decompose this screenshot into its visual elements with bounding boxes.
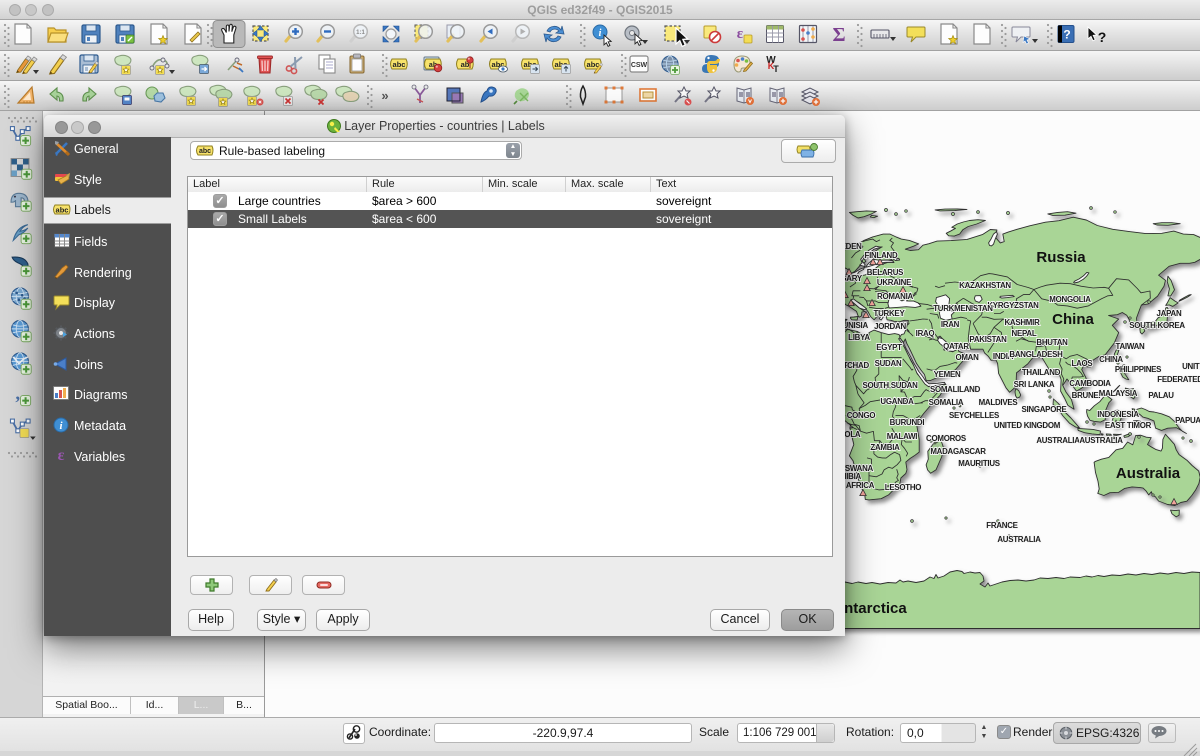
svg-text:MADAGASCAR: MADAGASCAR bbox=[930, 447, 986, 456]
svg-text:SOUTH SUDAN: SOUTH SUDAN bbox=[862, 381, 918, 390]
svg-text:ZAMBIA: ZAMBIA bbox=[870, 443, 900, 452]
svg-text:PAKISTAN: PAKISTAN bbox=[969, 335, 1007, 344]
svg-text:CHINA: CHINA bbox=[1099, 355, 1123, 364]
svg-text:FINLAND: FINLAND bbox=[865, 251, 898, 260]
svg-text:UGANDA: UGANDA bbox=[880, 397, 914, 406]
svg-text:MALDIVES: MALDIVES bbox=[979, 398, 1018, 407]
svg-text:SOUTH KOREA: SOUTH KOREA bbox=[1129, 321, 1185, 330]
svg-text:abc: abc bbox=[393, 60, 406, 69]
svg-text:?: ? bbox=[1063, 28, 1070, 42]
svg-text:SUDAN: SUDAN bbox=[875, 359, 902, 368]
svg-text:KAZAKHSTAN: KAZAKHSTAN bbox=[959, 281, 1011, 290]
svg-text:SOMALILAND: SOMALILAND bbox=[930, 385, 981, 394]
svg-text:TAIWAN: TAIWAN bbox=[1115, 342, 1145, 351]
svg-text:LESOTHO: LESOTHO bbox=[885, 483, 922, 492]
svg-text:BELARUS: BELARUS bbox=[867, 268, 903, 277]
svg-text:SEYCHELLES: SEYCHELLES bbox=[949, 411, 999, 420]
svg-text:YEMEN: YEMEN bbox=[934, 370, 961, 379]
svg-text:FRANCE: FRANCE bbox=[986, 521, 1017, 530]
svg-text:»: » bbox=[381, 88, 388, 103]
svg-text:China: China bbox=[1052, 311, 1094, 328]
svg-text:BHUTAN: BHUTAN bbox=[1036, 338, 1068, 347]
svg-text:MALAYSIA: MALAYSIA bbox=[1099, 389, 1138, 398]
svg-text:MAURITIUS: MAURITIUS bbox=[958, 459, 1000, 468]
svg-text:MALAWI: MALAWI bbox=[887, 432, 918, 441]
svg-text:1:1: 1:1 bbox=[356, 30, 365, 36]
svg-text:INDONESIA: INDONESIA bbox=[1097, 410, 1139, 419]
svg-text:KYRGYZSTAN: KYRGYZSTAN bbox=[987, 301, 1039, 310]
svg-text:EGYPT: EGYPT bbox=[876, 343, 902, 352]
svg-text:IRAQ: IRAQ bbox=[916, 329, 935, 338]
svg-text:,: , bbox=[15, 383, 20, 404]
svg-text:JAPAN: JAPAN bbox=[1157, 309, 1182, 318]
svg-text:QATAR: QATAR bbox=[943, 342, 969, 351]
svg-text:BURUNDI: BURUNDI bbox=[890, 418, 925, 427]
svg-text:MONGOLIA: MONGOLIA bbox=[1049, 295, 1091, 304]
svg-text:abc: abc bbox=[199, 148, 211, 155]
svg-text:SRI LANKA: SRI LANKA bbox=[1014, 380, 1055, 389]
svg-text:BRUNEI: BRUNEI bbox=[1072, 391, 1101, 400]
svg-text:ROMANIA: ROMANIA bbox=[877, 292, 913, 301]
svg-text:UNITED KINGDOM: UNITED KINGDOM bbox=[994, 421, 1061, 430]
svg-text:EAST TIMOR: EAST TIMOR bbox=[1105, 421, 1152, 430]
svg-text:NEPAL: NEPAL bbox=[1012, 329, 1037, 338]
svg-text:ε: ε bbox=[737, 26, 744, 42]
svg-text:TURKEY: TURKEY bbox=[874, 309, 906, 318]
svg-text:JORDAN: JORDAN bbox=[874, 322, 906, 331]
svg-text:OMAN: OMAN bbox=[955, 353, 979, 362]
svg-text:PHILIPPINES: PHILIPPINES bbox=[1115, 365, 1161, 374]
svg-text:UNITED: UNITED bbox=[1182, 362, 1200, 371]
svg-text:UKRAINE: UKRAINE bbox=[877, 278, 911, 287]
svg-text:CONGO: CONGO bbox=[847, 411, 876, 420]
svg-text:KASHMIR: KASHMIR bbox=[1004, 318, 1040, 327]
svg-text:CSW: CSW bbox=[631, 62, 648, 69]
svg-text:CHAD: CHAD bbox=[847, 361, 869, 370]
svg-text:COMOROS: COMOROS bbox=[926, 434, 966, 443]
svg-text:TURKMENISTAN: TURKMENISTAN bbox=[933, 304, 993, 313]
svg-text:T: T bbox=[773, 64, 779, 74]
svg-text:?: ? bbox=[1098, 29, 1107, 45]
svg-text:AUSTRALIA: AUSTRALIA bbox=[997, 535, 1041, 544]
svg-text:i: i bbox=[599, 28, 602, 39]
svg-text:THAILAND: THAILAND bbox=[1022, 368, 1061, 377]
svg-text:CAMBODIA: CAMBODIA bbox=[1069, 379, 1111, 388]
svg-text:PALAU: PALAU bbox=[1148, 391, 1174, 400]
svg-text:LAOS: LAOS bbox=[1072, 359, 1093, 368]
svg-text:FEDERATED: FEDERATED bbox=[1157, 375, 1200, 384]
svg-text:PAPUA: PAPUA bbox=[1175, 416, 1200, 425]
svg-text:SINGAPORE: SINGAPORE bbox=[1021, 405, 1066, 414]
svg-text:BANGLADESH: BANGLADESH bbox=[1009, 350, 1063, 359]
svg-text:LIBYA: LIBYA bbox=[848, 333, 870, 342]
svg-text:AUSTRALIA: AUSTRALIA bbox=[1079, 436, 1123, 445]
svg-text:Σ: Σ bbox=[832, 24, 845, 46]
svg-text:SOMALIA: SOMALIA bbox=[929, 398, 964, 407]
svg-text:IRAN: IRAN bbox=[941, 320, 960, 329]
svg-text:AUSTRALIA: AUSTRALIA bbox=[1036, 436, 1080, 445]
svg-text:Russia: Russia bbox=[1036, 249, 1086, 266]
svg-text:Australia: Australia bbox=[1116, 465, 1181, 482]
